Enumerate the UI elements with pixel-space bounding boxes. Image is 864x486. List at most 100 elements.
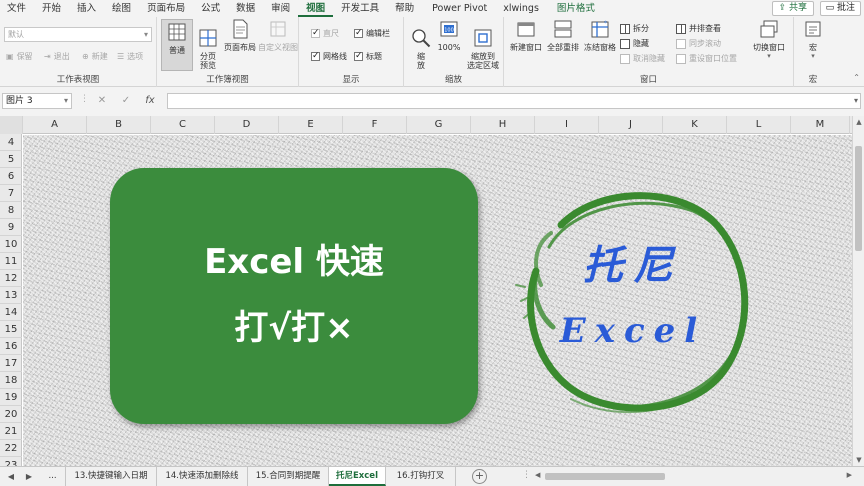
row-header-21[interactable]: 21: [0, 423, 22, 440]
row-header-15[interactable]: 15: [0, 321, 22, 338]
row-header-18[interactable]: 18: [0, 372, 22, 389]
confirm-entry-button[interactable]: ✓: [118, 93, 134, 109]
scroll-right-arrow-icon[interactable]: ▶: [847, 471, 852, 479]
horizontal-scrollbar[interactable]: ◀ ▶: [535, 471, 852, 482]
macros-button[interactable]: 宏 ▾: [797, 19, 829, 61]
row-header-17[interactable]: 17: [0, 355, 22, 372]
menu-xlwings[interactable]: xlwings: [495, 0, 547, 17]
view-options-button[interactable]: ☰ 选项: [117, 50, 143, 63]
gridlines-checkbox[interactable]: 网格线: [311, 50, 347, 63]
scroll-up-arrow-icon[interactable]: ▲: [853, 116, 864, 128]
insert-function-button[interactable]: fx: [142, 93, 158, 109]
vertical-scroll-thumb[interactable]: [855, 146, 862, 251]
more-sheets-ellipsis[interactable]: ...: [40, 467, 66, 486]
row-header-22[interactable]: 22: [0, 440, 22, 457]
row-header-12[interactable]: 12: [0, 270, 22, 287]
next-sheet-arrow-icon[interactable]: ▶: [22, 469, 36, 484]
column-header-j[interactable]: J: [599, 116, 663, 134]
zoom-selection-button[interactable]: 缩放到 选定区域: [463, 19, 503, 79]
synchronous-scrolling-button[interactable]: 同步滚动: [676, 37, 721, 50]
cancel-entry-button[interactable]: ✕: [94, 93, 110, 109]
menu-file[interactable]: 文件: [0, 0, 34, 17]
menu-formulas[interactable]: 公式: [193, 0, 228, 17]
name-box[interactable]: 图片 3: [2, 93, 72, 109]
row-header-9[interactable]: 9: [0, 219, 22, 236]
expand-formula-bar-icon[interactable]: ▾: [854, 96, 858, 105]
horizontal-scroll-thumb[interactable]: [545, 473, 665, 480]
keep-view-button[interactable]: ▣ 保留: [6, 50, 33, 63]
menu-data[interactable]: 数据: [228, 0, 263, 17]
normal-view-button[interactable]: 普通: [161, 19, 193, 71]
page-break-preview-button[interactable]: 分页 预览: [193, 19, 223, 79]
sheet-view-select[interactable]: 默认: [4, 27, 152, 42]
sheet-tab-13[interactable]: 13.快捷键输入日期: [66, 467, 157, 486]
sheet-tab-tony-excel[interactable]: 托尼Excel: [329, 467, 386, 486]
row-header-20[interactable]: 20: [0, 406, 22, 423]
ruler-checkbox[interactable]: 直尺: [311, 27, 339, 40]
column-header-f[interactable]: F: [343, 116, 407, 134]
view-side-by-side-button[interactable]: 并排查看: [676, 22, 721, 35]
sheet-tab-14[interactable]: 14.快速添加删除线: [157, 467, 248, 486]
menu-review[interactable]: 审阅: [263, 0, 298, 17]
split-button[interactable]: 拆分: [620, 22, 649, 35]
column-header-a[interactable]: A: [23, 116, 87, 134]
column-header-b[interactable]: B: [87, 116, 151, 134]
collapse-ribbon-icon[interactable]: ⌃: [853, 73, 860, 82]
page-layout-view-button[interactable]: 页面布局: [221, 19, 259, 52]
select-all-corner[interactable]: [0, 116, 23, 134]
column-header-c[interactable]: C: [151, 116, 215, 134]
row-header-6[interactable]: 6: [0, 168, 22, 185]
title-card-picture[interactable]: Excel 快速 打√打×: [110, 168, 478, 424]
new-window-button[interactable]: 新建窗口: [508, 19, 544, 52]
sheet-canvas[interactable]: Excel 快速 打√打× 托尼 Excel: [23, 135, 852, 466]
scroll-left-arrow-icon[interactable]: ◀: [535, 471, 540, 479]
row-header-13[interactable]: 13: [0, 287, 22, 304]
prev-sheet-arrow-icon[interactable]: ◀: [4, 469, 18, 484]
menu-picture-format[interactable]: 图片格式: [547, 0, 603, 17]
column-header-l[interactable]: L: [727, 116, 791, 134]
sheet-tab-16[interactable]: 16.打钩打叉: [386, 467, 456, 486]
menu-page-layout[interactable]: 页面布局: [139, 0, 193, 17]
share-button[interactable]: ⇪ 共享: [771, 1, 814, 16]
column-header-m[interactable]: M: [791, 116, 850, 134]
column-header-h[interactable]: H: [471, 116, 535, 134]
menu-developer[interactable]: 开发工具: [333, 0, 387, 17]
zoom-100-button[interactable]: 100 100%: [435, 19, 463, 52]
custom-views-button[interactable]: 自定义视图: [257, 19, 299, 52]
row-header-19[interactable]: 19: [0, 389, 22, 406]
column-header-k[interactable]: K: [663, 116, 727, 134]
row-header-8[interactable]: 8: [0, 202, 22, 219]
add-sheet-button[interactable]: +: [472, 469, 487, 484]
row-header-14[interactable]: 14: [0, 304, 22, 321]
new-view-button[interactable]: ⊕ 新建: [82, 50, 108, 63]
row-header-5[interactable]: 5: [0, 151, 22, 168]
menu-insert[interactable]: 插入: [69, 0, 104, 17]
row-header-11[interactable]: 11: [0, 253, 22, 270]
row-header-4[interactable]: 4: [0, 134, 22, 151]
tab-split-grip-icon[interactable]: ⋮: [522, 470, 531, 480]
tony-excel-logo[interactable]: 托尼 Excel: [501, 167, 761, 427]
formula-input[interactable]: [167, 93, 861, 109]
menu-draw[interactable]: 绘图: [104, 0, 139, 17]
column-header-d[interactable]: D: [215, 116, 279, 134]
reset-window-position-button[interactable]: 重设窗口位置: [676, 52, 737, 65]
zoom-button[interactable]: 缩 放: [407, 19, 435, 79]
row-header-10[interactable]: 10: [0, 236, 22, 253]
menu-view[interactable]: 视图: [298, 0, 334, 17]
menu-home[interactable]: 开始: [34, 0, 69, 17]
vertical-scrollbar[interactable]: ▲ ▼: [852, 116, 864, 466]
headings-checkbox[interactable]: 标题: [354, 50, 382, 63]
hide-button[interactable]: 隐藏: [620, 37, 649, 50]
scroll-down-arrow-icon[interactable]: ▼: [853, 454, 864, 466]
freeze-panes-button[interactable]: * 冻结窗格: [582, 19, 618, 52]
column-header-g[interactable]: G: [407, 116, 471, 134]
unhide-button[interactable]: 取消隐藏: [620, 52, 665, 65]
column-header-e[interactable]: E: [279, 116, 343, 134]
exit-view-button[interactable]: ⇥ 退出: [44, 50, 70, 63]
arrange-all-button[interactable]: 全部重排: [544, 19, 582, 52]
menu-power-pivot[interactable]: Power Pivot: [422, 0, 495, 17]
comments-button[interactable]: ▭ 批注: [819, 1, 861, 16]
row-header-16[interactable]: 16: [0, 338, 22, 355]
formula-bar-checkbox[interactable]: 编辑栏: [354, 27, 390, 40]
row-header-7[interactable]: 7: [0, 185, 22, 202]
